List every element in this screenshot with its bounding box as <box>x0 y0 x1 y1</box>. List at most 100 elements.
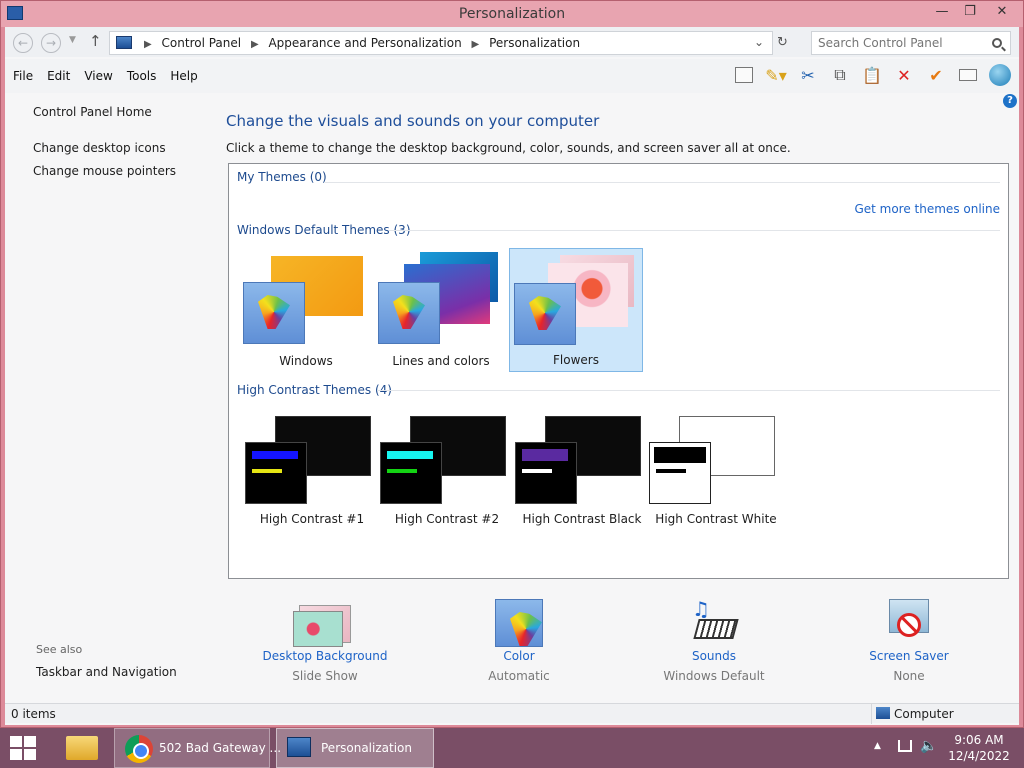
hc-text-bar <box>252 469 282 473</box>
volume-icon[interactable]: 🔈 <box>920 738 937 754</box>
taskbar-chrome-label: 502 Bad Gateway ... <box>159 741 282 755</box>
taskbar: 502 Bad Gateway ... Personalization ▲ 🔈 … <box>0 728 1024 768</box>
chevron-down-icon[interactable]: ⌄ <box>754 35 764 49</box>
clock-date: 12/4/2022 <box>948 749 1010 763</box>
cut-icon[interactable]: ✂ <box>795 63 821 87</box>
search-input[interactable] <box>818 36 984 50</box>
close-button[interactable]: ✕ <box>987 1 1017 23</box>
rename-icon[interactable] <box>955 63 981 87</box>
personalization-window: Personalization — ❐ ✕ ← → ▼ ↑ ▶ Control … <box>0 0 1024 728</box>
menu-edit[interactable]: Edit <box>47 69 70 83</box>
network-icon[interactable] <box>898 740 912 752</box>
windows-start-icon[interactable] <box>10 736 36 760</box>
desktop-background-setting[interactable]: Desktop Background Slide Show <box>255 597 395 683</box>
sounds-link[interactable]: Sounds <box>644 649 784 663</box>
file-explorer-icon <box>66 736 98 760</box>
address-bar[interactable]: ▶ Control Panel ▶ Appearance and Persona… <box>109 31 773 55</box>
theme-label: Flowers <box>553 353 599 367</box>
status-bar: 0 items Computer <box>5 703 1019 724</box>
breadcrumb-personalization[interactable]: Personalization <box>489 36 580 50</box>
clock[interactable]: 9:06 AM 12/4/2022 <box>944 732 1014 764</box>
color-palette-icon <box>378 282 440 344</box>
refresh-icon[interactable]: ↻ <box>777 35 788 50</box>
hc-front-panel <box>649 442 711 504</box>
taskbar-file-explorer[interactable] <box>60 728 106 768</box>
status-location: Computer <box>871 704 954 724</box>
menu-file[interactable]: File <box>13 69 33 83</box>
sidebar-item-taskbar-navigation[interactable]: Taskbar and Navigation <box>36 665 177 679</box>
delete-icon[interactable]: ✕ <box>891 63 917 87</box>
search-icon[interactable] <box>992 38 1002 48</box>
hc-title-bar <box>654 447 706 463</box>
menu-bar: File Edit View Tools Help <box>13 69 212 83</box>
forward-button[interactable]: → <box>41 33 61 53</box>
address-row: ← → ▼ ↑ ▶ Control Panel ▶ Appearance and… <box>5 27 1019 57</box>
divider <box>325 182 1000 183</box>
color-link[interactable]: Color <box>449 649 589 663</box>
themes-list[interactable]: My Themes (0) Get more themes online Win… <box>228 163 1009 579</box>
color-icon <box>449 597 589 649</box>
window-content: ← → ▼ ↑ ▶ Control Panel ▶ Appearance and… <box>5 27 1019 725</box>
maximize-button[interactable]: ❐ <box>955 1 985 23</box>
menu-tools[interactable]: Tools <box>127 69 157 83</box>
show-hidden-icons-icon[interactable]: ▲ <box>874 741 881 751</box>
taskbar-chrome[interactable]: 502 Bad Gateway ... <box>114 728 281 768</box>
hc-front-panel <box>380 442 442 504</box>
color-setting[interactable]: Color Automatic <box>449 597 589 683</box>
sounds-value: Windows Default <box>663 669 765 683</box>
color-palette-icon <box>243 282 305 344</box>
high-contrast-heading[interactable]: High Contrast Themes (4) <box>237 383 392 397</box>
screen-saver-icon <box>839 597 979 649</box>
search-box[interactable] <box>811 31 1011 55</box>
chevron-right-icon[interactable]: ▶ <box>144 39 152 50</box>
minimize-button[interactable]: — <box>927 1 957 23</box>
desktop-background-icon <box>255 597 395 649</box>
computer-icon <box>876 707 890 719</box>
chevron-right-icon[interactable]: ▶ <box>251 39 259 50</box>
hc-title-bar <box>387 451 433 459</box>
taskbar-personalization[interactable]: Personalization <box>276 728 434 768</box>
back-button[interactable]: ← <box>13 33 33 53</box>
menu-help[interactable]: Help <box>170 69 197 83</box>
menu-row: File Edit View Tools Help ✎▾ ✂ ⧉ 📋 ✕ ✔ <box>5 59 1019 93</box>
breadcrumb-appearance[interactable]: Appearance and Personalization <box>268 36 461 50</box>
chevron-right-icon[interactable]: ▶ <box>472 39 480 50</box>
chrome-icon <box>125 735 153 763</box>
my-themes-heading[interactable]: My Themes (0) <box>237 170 327 184</box>
paste-icon[interactable]: 📋 <box>859 63 885 87</box>
theme-high-contrast-2[interactable]: High Contrast #2 <box>380 416 514 540</box>
theme-flowers[interactable]: Flowers <box>509 248 643 372</box>
theme-windows[interactable]: Windows <box>239 248 373 372</box>
hc-front-panel <box>515 442 577 504</box>
desktop-background-link[interactable]: Desktop Background <box>255 649 395 663</box>
screen-saver-link[interactable]: Screen Saver <box>839 649 979 663</box>
help-icon[interactable]: ? <box>1003 94 1017 108</box>
hc-title-bar <box>522 449 568 461</box>
page-title: Change the visuals and sounds on your co… <box>226 112 600 130</box>
title-bar[interactable]: Personalization — ❐ ✕ <box>1 1 1023 27</box>
check-icon[interactable]: ✔ <box>923 63 949 87</box>
sidebar-item-control-panel-home[interactable]: Control Panel Home <box>33 105 152 119</box>
sidebar-item-change-mouse-pointers[interactable]: Change mouse pointers <box>33 164 176 178</box>
pane-icon[interactable] <box>731 63 757 87</box>
screen-saver-setting[interactable]: Screen Saver None <box>839 597 979 683</box>
default-themes-heading[interactable]: Windows Default Themes (3) <box>237 223 411 237</box>
desktop-background-value: Slide Show <box>292 669 358 683</box>
properties-icon[interactable]: ✎▾ <box>763 63 789 87</box>
hc-front-panel <box>245 442 307 504</box>
theme-lines-and-colors[interactable]: Lines and colors <box>374 248 508 372</box>
menu-view[interactable]: View <box>84 69 112 83</box>
sounds-setting[interactable]: ♫ Sounds Windows Default <box>644 597 784 683</box>
clock-time: 9:06 AM <box>954 733 1004 747</box>
sidebar-item-change-desktop-icons[interactable]: Change desktop icons <box>33 141 166 155</box>
status-location-label: Computer <box>894 707 954 721</box>
recent-locations-icon[interactable]: ▼ <box>69 35 76 45</box>
up-button[interactable]: ↑ <box>89 32 102 50</box>
theme-high-contrast-white[interactable]: High Contrast White <box>649 416 783 540</box>
screen-saver-value: None <box>893 669 925 683</box>
theme-high-contrast-1[interactable]: High Contrast #1 <box>245 416 379 540</box>
breadcrumb-control-panel[interactable]: Control Panel <box>162 36 242 50</box>
get-more-themes-link[interactable]: Get more themes online <box>854 202 1000 216</box>
globe-icon[interactable] <box>987 63 1013 87</box>
copy-icon[interactable]: ⧉ <box>827 63 853 87</box>
